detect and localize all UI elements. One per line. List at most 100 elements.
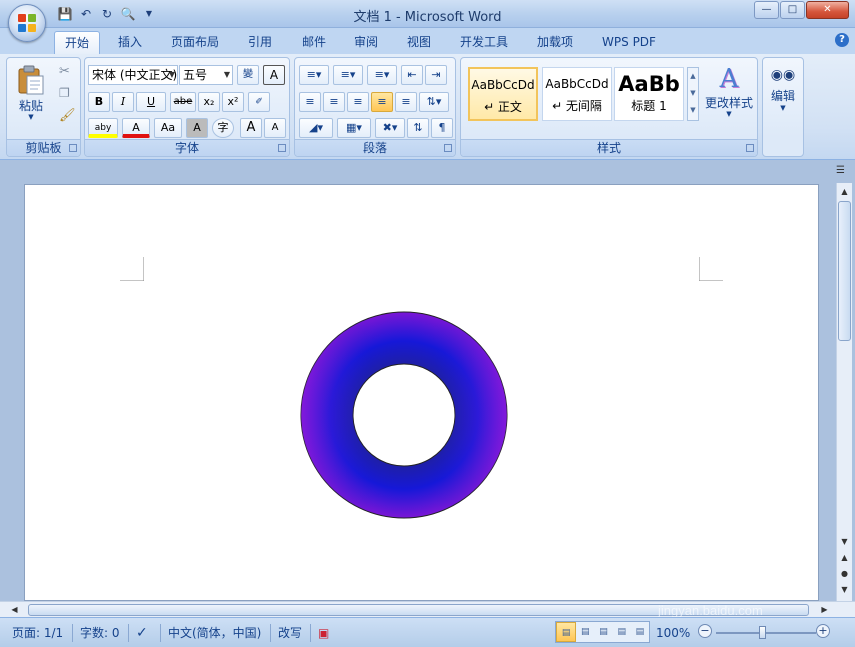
shrink-font-button[interactable]: A <box>264 118 286 138</box>
ruler-toggle-icon[interactable]: ☰ <box>836 165 850 179</box>
language-indicator[interactable]: 中文(简体，中国) <box>168 623 261 643</box>
underline-button[interactable]: U <box>136 92 166 112</box>
sort-icon[interactable]: ⇅ <box>407 118 429 138</box>
dialog-launcher-icon[interactable] <box>69 144 77 152</box>
zoom-slider-thumb[interactable] <box>759 626 766 639</box>
prev-page-icon[interactable]: ▲ <box>838 551 851 565</box>
tab-wps-pdf[interactable]: WPS PDF <box>594 31 664 54</box>
donut-shape[interactable] <box>299 310 509 520</box>
bullets-icon[interactable]: ≡▾ <box>299 65 329 85</box>
clear-format-icon[interactable]: ✐ <box>248 92 270 112</box>
styles-scroll[interactable]: ▲ ▼ ▼ <box>687 67 699 121</box>
maximize-button[interactable]: □ <box>780 1 805 19</box>
browse-object-icon[interactable]: ● <box>838 567 851 581</box>
macro-record-icon[interactable]: ▣ <box>318 623 329 643</box>
format-painter-icon[interactable]: 🖌 <box>59 108 76 123</box>
draft-view-icon[interactable]: ▤ <box>631 622 649 642</box>
numbering-icon[interactable]: ≡▾ <box>333 65 363 85</box>
font-color-button[interactable]: A <box>122 118 150 138</box>
zoom-in-icon[interactable]: + <box>816 624 830 638</box>
tab-developer[interactable]: 开发工具 <box>452 31 516 54</box>
font-name-select[interactable]: 宋体 (中文正文) ▼ <box>88 65 178 85</box>
tab-view[interactable]: 视图 <box>397 31 441 54</box>
font-size-select[interactable]: 五号 ▼ <box>179 65 233 85</box>
decrease-indent-icon[interactable]: ⇤ <box>401 65 423 85</box>
vertical-scrollbar[interactable]: ▲ ▼ ▲ ● ▼ <box>836 183 852 601</box>
show-marks-icon[interactable]: ¶ <box>431 118 453 138</box>
watermark-url: jingyan.baidu.com <box>657 603 763 618</box>
bold-button[interactable]: B <box>88 92 110 112</box>
italic-button[interactable]: I <box>112 92 134 112</box>
chinese-layout-icon[interactable]: ✖▾ <box>375 118 405 138</box>
editing-group: ◉◉ 编辑 ▼ <box>762 57 804 157</box>
change-styles-button[interactable]: A 更改样式 ▼ <box>703 62 755 132</box>
dialog-launcher-icon[interactable] <box>444 144 452 152</box>
web-layout-icon[interactable]: ▤ <box>594 622 612 642</box>
tab-home[interactable]: 开始 <box>54 31 100 54</box>
chevron-down-icon: ▼ <box>726 110 732 118</box>
style-no-spacing[interactable]: AaBbCcDd ↵ 无间隔 <box>542 67 612 121</box>
align-center-icon[interactable]: ≡ <box>323 92 345 112</box>
outline-view-icon[interactable]: ▤ <box>613 622 631 642</box>
word-count[interactable]: 字数: 0 <box>80 623 120 643</box>
superscript-button[interactable]: x² <box>222 92 244 112</box>
grow-font-button[interactable]: A <box>240 118 262 138</box>
char-border-button[interactable]: A <box>263 65 285 85</box>
chevron-down-icon: ▼ <box>28 113 34 121</box>
divider <box>310 624 311 642</box>
scroll-down-icon[interactable]: ▼ <box>838 535 851 549</box>
paste-button[interactable]: 粘贴 ▼ <box>11 62 51 134</box>
dialog-launcher-icon[interactable] <box>746 144 754 152</box>
zoom-level[interactable]: 100% <box>656 623 690 643</box>
document-page[interactable] <box>24 184 819 601</box>
line-spacing-icon[interactable]: ⇅▾ <box>419 92 449 112</box>
dialog-launcher-icon[interactable] <box>278 144 286 152</box>
full-screen-reading-icon[interactable]: ▤ <box>576 622 594 642</box>
tab-insert[interactable]: 插入 <box>108 31 152 54</box>
shading-icon[interactable]: ◢▾ <box>299 118 333 138</box>
distribute-icon[interactable]: ≡ <box>395 92 417 112</box>
scroll-left-icon[interactable]: ◀ <box>8 603 21 617</box>
align-right-icon[interactable]: ≡ <box>347 92 369 112</box>
help-icon[interactable]: ? <box>835 33 849 47</box>
style-name: 标题 1 <box>631 99 667 113</box>
minimize-button[interactable]: — <box>754 1 779 19</box>
highlight-button[interactable]: aby <box>88 118 118 138</box>
copy-icon[interactable]: ❐ <box>59 86 70 100</box>
tab-references[interactable]: 引用 <box>238 31 282 54</box>
tab-page-layout[interactable]: 页面布局 <box>163 31 227 54</box>
zoom-out-icon[interactable]: − <box>698 624 712 638</box>
char-shading-button[interactable]: A <box>186 118 208 138</box>
phonetic-guide-button[interactable]: 變 <box>237 65 259 85</box>
editing-button[interactable]: ◉◉ 编辑 ▼ <box>765 62 801 152</box>
office-button[interactable] <box>8 4 46 42</box>
style-heading-1[interactable]: AaBb 标题 1 <box>614 67 684 121</box>
enclose-char-button[interactable]: 字 <box>212 118 234 138</box>
multilevel-list-icon[interactable]: ≡▾ <box>367 65 397 85</box>
align-left-icon[interactable]: ≡ <box>299 92 321 112</box>
paragraph-group: ≡▾ ≡▾ ≡▾ ⇤ ⇥ ≡ ≡ ≡ ≡ ≡ ⇅▾ ◢▾ ▦▾ ✖▾ ⇅ ¶ 段… <box>294 57 456 157</box>
proofing-icon[interactable]: ✓ <box>136 623 148 643</box>
borders-icon[interactable]: ▦▾ <box>337 118 371 138</box>
change-case-button[interactable]: Aa <box>154 118 182 138</box>
vertical-scroll-thumb[interactable] <box>838 201 851 341</box>
strikethrough-button[interactable]: abe <box>170 92 196 112</box>
zoom-slider[interactable] <box>716 632 816 634</box>
increase-indent-icon[interactable]: ⇥ <box>425 65 447 85</box>
tab-addins[interactable]: 加载项 <box>528 31 582 54</box>
tab-mailings[interactable]: 邮件 <box>292 31 336 54</box>
tab-review[interactable]: 审阅 <box>344 31 388 54</box>
cut-icon[interactable]: ✂ <box>59 64 70 79</box>
overtype-indicator[interactable]: 改写 <box>278 623 302 643</box>
print-layout-view-icon[interactable]: ▤ <box>556 622 577 642</box>
page-count[interactable]: 页面: 1/1 <box>12 623 63 643</box>
chevron-down-icon: ▼ <box>223 70 230 79</box>
crop-mark-right <box>699 257 723 281</box>
divider <box>160 624 161 642</box>
close-button[interactable]: ✕ <box>806 1 849 19</box>
style-normal[interactable]: AaBbCcDd ↵ 正文 <box>468 67 538 121</box>
justify-icon[interactable]: ≡ <box>371 92 393 112</box>
scroll-up-icon[interactable]: ▲ <box>838 185 851 199</box>
subscript-button[interactable]: x₂ <box>198 92 220 112</box>
next-page-icon[interactable]: ▼ <box>838 583 851 597</box>
